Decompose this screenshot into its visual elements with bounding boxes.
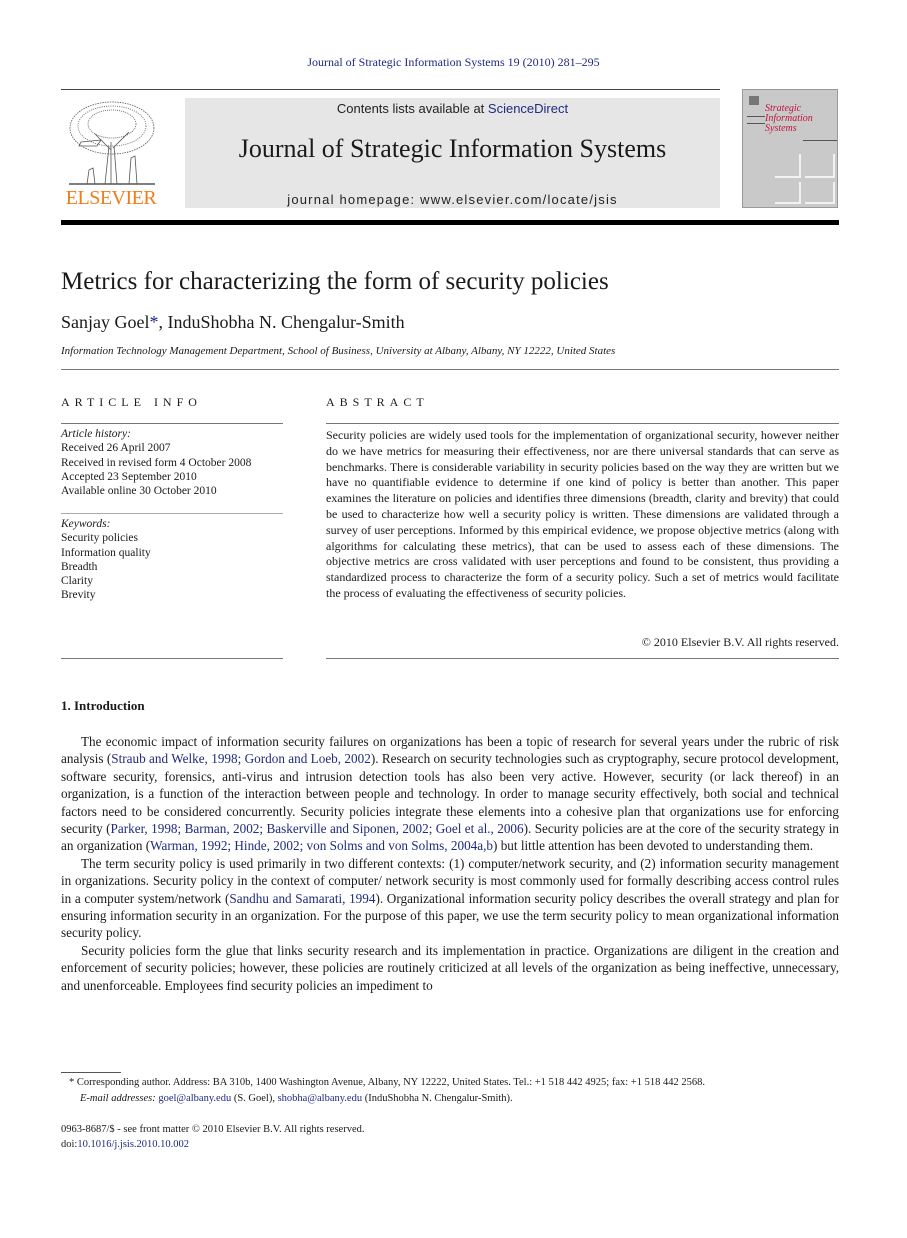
sciencedirect-link[interactable]: ScienceDirect (488, 101, 568, 116)
cover-rule (747, 123, 765, 124)
abstract-text: Security policies are widely used tools … (326, 428, 839, 600)
email-owner: (InduShobha N. Chengalur-Smith). (362, 1093, 513, 1104)
cover-graphic (805, 154, 835, 178)
email-link[interactable]: shobha@albany.edu (278, 1093, 363, 1104)
citation-link[interactable]: Sandhu and Samarati, 1994 (229, 891, 375, 906)
email-link[interactable]: goel@albany.edu (158, 1093, 231, 1104)
masthead-top-rule (61, 89, 720, 90)
masthead-thick-rule (61, 220, 839, 225)
footnote-rule (61, 1072, 121, 1073)
citation-link[interactable]: Warman, 1992; Hinde, 2002; von Solms and… (150, 838, 493, 853)
introduction-body: The economic impact of information secur… (61, 733, 839, 994)
keywords: Keywords: Security policies Information … (61, 517, 291, 603)
keyword-item: Breadth (61, 560, 98, 573)
citation-link[interactable]: Straub and Welke, 1998; Gordon and Loeb,… (111, 751, 371, 766)
cover-rule (747, 116, 765, 117)
email-owner: (S. Goel), (231, 1093, 278, 1104)
elsevier-tree-icon (69, 101, 155, 185)
affiliation-rule (61, 369, 839, 370)
cover-logo-icon (749, 96, 759, 105)
author-name[interactable]: Sanjay Goel (61, 312, 149, 332)
front-matter: 0963-8687/$ - see front matter © 2010 El… (61, 1122, 364, 1152)
history-item: Accepted 23 September 2010 (61, 470, 197, 483)
paragraph: The economic impact of information secur… (61, 733, 839, 855)
journal-cover-thumbnail[interactable]: Strategic Information Systems (742, 89, 838, 208)
doi-line: doi:10.1016/j.jsis.2010.10.002 (61, 1137, 364, 1152)
homepage-line: journal homepage: www.elsevier.com/locat… (185, 192, 720, 207)
running-head[interactable]: Journal of Strategic Information Systems… (0, 55, 907, 70)
email-note: E-mail addresses: goel@albany.edu (S. Go… (61, 1091, 851, 1107)
author-name[interactable]: InduShobha N. Chengalur-Smith (167, 312, 404, 332)
corresponding-author-note: * Corresponding author. Address: BA 310b… (61, 1075, 851, 1091)
history-item: Received in revised form 4 October 2008 (61, 456, 252, 469)
cover-rule (803, 140, 837, 141)
keyword-item: Brevity (61, 589, 96, 602)
contents-line: Contents lists available at ScienceDirec… (185, 101, 720, 116)
abstract-label: ABSTRACT (326, 395, 429, 409)
corresponding-author-text: Corresponding author. Address: BA 310b, … (74, 1077, 705, 1088)
history-item: Available online 30 October 2010 (61, 485, 217, 498)
keywords-rule (61, 513, 283, 514)
article-history: Article history: Received 26 April 2007 … (61, 427, 291, 498)
keyword-item: Clarity (61, 575, 93, 588)
homepage-label: journal homepage: (287, 192, 421, 207)
doi-link[interactable]: 10.1016/j.jsis.2010.10.002 (77, 1139, 189, 1150)
article-title: Metrics for characterizing the form of s… (61, 268, 609, 295)
paragraph: The term security policy is used primari… (61, 855, 839, 942)
elsevier-logo[interactable]: ELSEVIER (61, 96, 161, 210)
cover-graphic (805, 182, 835, 204)
author-list: Sanjay Goel*, InduShobha N. Chengalur-Sm… (61, 312, 405, 333)
homepage-url[interactable]: www.elsevier.com/locate/jsis (420, 192, 618, 207)
cover-title-line: Systems (765, 123, 797, 134)
abstract-bottom-rule (326, 658, 839, 659)
keyword-item: Information quality (61, 546, 151, 559)
article-info-rule (61, 423, 283, 424)
keywords-heading: Keywords: (61, 518, 111, 530)
article-history-heading: Article history: (61, 428, 131, 440)
keyword-item: Security policies (61, 532, 138, 545)
article-info-label: ARTICLE INFO (61, 395, 202, 409)
doi-label: doi: (61, 1139, 78, 1150)
citation-link[interactable]: Parker, 1998; Barman, 2002; Baskerville … (111, 821, 524, 836)
history-item: Received 26 April 2007 (61, 442, 171, 455)
abstract-copyright: © 2010 Elsevier B.V. All rights reserved… (641, 635, 839, 649)
footnote-mark: * (69, 1077, 75, 1088)
journal-title: Journal of Strategic Information Systems (238, 134, 667, 163)
footnote: * Corresponding author. Address: BA 310b… (61, 1075, 851, 1107)
cover-title: Strategic Information Systems (765, 104, 813, 134)
masthead-banner: Contents lists available at ScienceDirec… (185, 98, 720, 208)
issn-line: 0963-8687/$ - see front matter © 2010 El… (61, 1124, 365, 1135)
paragraph: Security policies form the glue that lin… (61, 942, 839, 993)
cover-graphic (775, 182, 801, 204)
cover-graphic (775, 154, 801, 178)
paragraph-text: ) but little attention has been devoted … (493, 838, 814, 854)
contents-prefix: Contents lists available at (336, 101, 488, 116)
email-label: E-mail addresses: (80, 1093, 156, 1104)
elsevier-wordmark: ELSEVIER (65, 187, 157, 209)
article-info-bottom-rule (61, 658, 283, 659)
section-heading-introduction: 1. Introduction (61, 698, 145, 713)
abstract-rule (326, 423, 839, 424)
affiliation: Information Technology Management Depart… (61, 345, 616, 357)
